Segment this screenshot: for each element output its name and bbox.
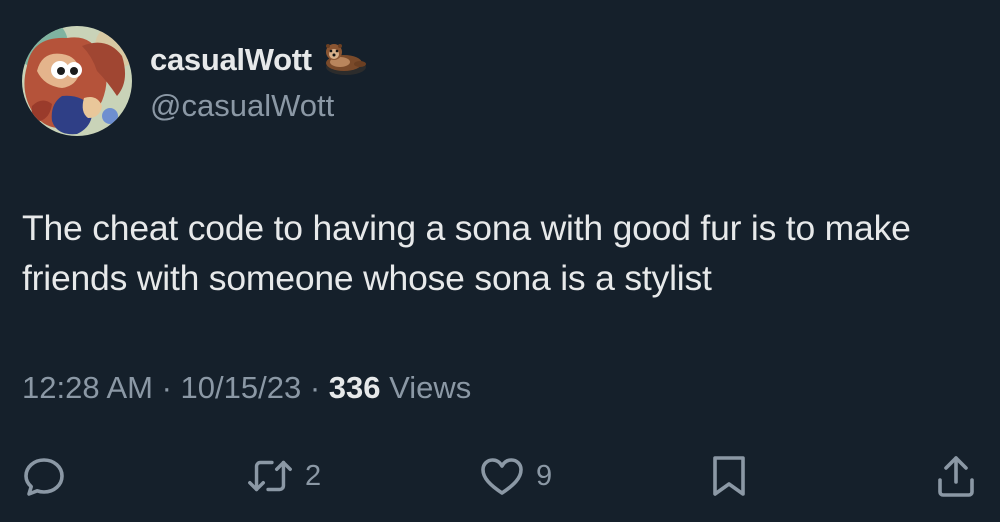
meta-separator-1: ·: [161, 370, 181, 405]
avatar-illustration: [22, 26, 132, 136]
display-name[interactable]: casualWott: [150, 42, 312, 78]
reply-icon: [20, 452, 68, 500]
author-handle[interactable]: @casualWott: [150, 88, 334, 124]
avatar[interactable]: [22, 26, 132, 136]
meta-separator-2: ·: [309, 370, 329, 405]
tweet-meta: 12:28 AM · 10/15/23 · 336 Views: [22, 370, 471, 406]
tweet-actions: 2 9: [0, 448, 1000, 504]
retweet-button[interactable]: 2: [245, 448, 321, 504]
tweet: casualWott @casualWott The cheat code to…: [0, 0, 1000, 522]
share-icon: [933, 452, 979, 500]
bookmark-icon: [706, 452, 752, 500]
views-count: 336: [328, 370, 381, 405]
tweet-time[interactable]: 12:28 AM: [22, 370, 153, 405]
tweet-date[interactable]: 10/15/23: [181, 370, 302, 405]
retweet-icon: [245, 452, 295, 500]
author-name-row[interactable]: casualWott: [150, 40, 368, 80]
otter-emoji-icon: [320, 42, 368, 78]
tweet-text: The cheat code to having a sona with goo…: [22, 208, 911, 298]
heart-icon: [478, 452, 526, 500]
share-button[interactable]: [933, 448, 979, 504]
like-button[interactable]: 9: [478, 448, 552, 504]
bookmark-button[interactable]: [706, 448, 752, 504]
retweet-count: 2: [305, 459, 322, 492]
views-label: Views: [389, 370, 472, 405]
reply-button[interactable]: [20, 448, 68, 504]
like-count: 9: [536, 459, 553, 492]
